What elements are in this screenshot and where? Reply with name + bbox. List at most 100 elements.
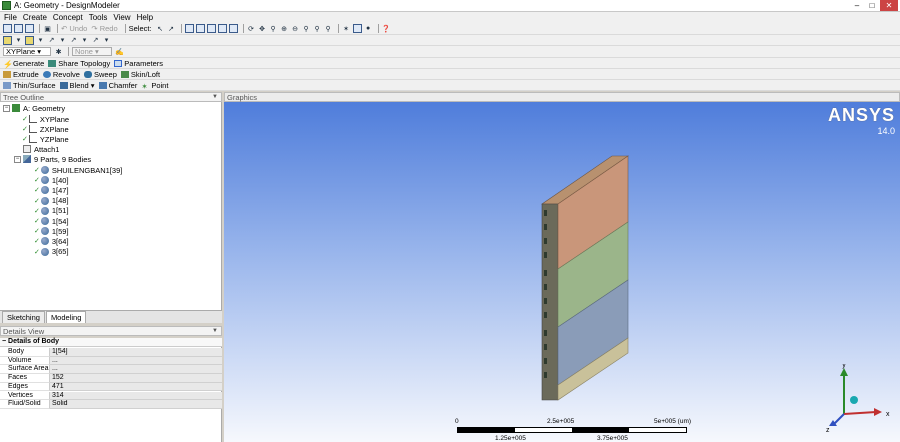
zoom-out-icon[interactable]: ⊖ [291, 24, 300, 33]
point-button[interactable]: ✶ Point [141, 81, 168, 91]
zoom-in-icon[interactable]: ⊕ [280, 24, 289, 33]
details-header: Details View ▼ [0, 326, 222, 336]
menu-tools[interactable]: Tools [89, 13, 108, 22]
share-topology-button[interactable]: Share Topology [48, 59, 110, 68]
collapse-icon[interactable]: − [14, 155, 21, 163]
menu-view[interactable]: View [113, 13, 130, 22]
details-value[interactable]: 314 [50, 391, 222, 401]
export-icon[interactable] [25, 24, 34, 33]
title-bar: A: Geometry - DesignModeler – □ ✕ [0, 0, 900, 12]
dropdown-icon[interactable]: ▾ [14, 36, 23, 45]
tree-item-body[interactable]: ✓ 3[65] [34, 247, 69, 257]
details-value[interactable]: 471 [50, 382, 222, 392]
select-faces-icon[interactable] [206, 24, 216, 33]
tree-item-body[interactable]: ✓ 1[47] [34, 185, 69, 195]
tree-item-body[interactable]: ✓ 3[64] [34, 236, 69, 246]
details-row[interactable]: Edges 471 [0, 382, 222, 392]
details-value[interactable]: 1[54] [50, 348, 222, 357]
details-row[interactable]: Vertices 314 [0, 391, 222, 401]
tree-item-body[interactable]: ✓ SHUILENGBAN1[39] [34, 165, 122, 175]
revolve-button[interactable]: Revolve [42, 70, 80, 79]
tab-modeling[interactable]: Modeling [45, 311, 87, 323]
dropdown-icon-2[interactable]: ▾ [36, 36, 45, 45]
select-filter-icon[interactable]: ↗ [167, 24, 176, 33]
close-button[interactable]: ✕ [880, 0, 898, 11]
tree-root[interactable]: − A: Geometry [3, 103, 65, 113]
new-sketch-icon[interactable]: ✍ [115, 47, 124, 56]
tree-item-body[interactable]: ✓ 1[48] [34, 196, 69, 206]
extrude-button[interactable]: Extrude [3, 70, 39, 79]
tree-item-body[interactable]: ✓ 1[40] [34, 175, 69, 185]
zoom-fit-icon[interactable]: ⚲ [313, 24, 322, 33]
pan-icon[interactable]: ✥ [258, 24, 267, 33]
tree-item-xyplane[interactable]: ✓ XYPlane [22, 114, 69, 124]
pin-icon[interactable]: ▼ [212, 94, 218, 100]
maximize-button[interactable]: □ [865, 0, 879, 11]
select-points-icon[interactable] [184, 24, 194, 33]
redo-button[interactable]: ↷ Redo [91, 24, 117, 33]
details-row[interactable]: Surface Area... [0, 365, 222, 374]
details-row[interactable]: Body 1[54] [0, 348, 222, 357]
tree-item-body[interactable]: ✓ 1[54] [34, 216, 69, 226]
show-edges-icon[interactable] [25, 35, 34, 45]
details-value[interactable]: Solid [50, 400, 222, 409]
extend-selection-icon[interactable] [228, 24, 238, 33]
minimize-button[interactable]: – [850, 0, 864, 11]
menu-concept[interactable]: Concept [53, 13, 83, 22]
rotate-icon[interactable]: ⟳ [247, 24, 256, 33]
sketch-select[interactable]: None ▾ [72, 47, 112, 56]
triad-iso-ball[interactable] [850, 396, 858, 404]
generate-button[interactable]: ⚡ Generate [3, 59, 44, 69]
edge-display-icon[interactable]: ↗ [47, 36, 56, 45]
pin-icon[interactable]: ▼ [212, 328, 218, 334]
tree-item-attach1[interactable]: Attach1 [22, 144, 59, 154]
edge-join-icon[interactable]: ↗ [69, 36, 78, 45]
details-value[interactable]: ... [50, 365, 222, 374]
select-bodies-icon[interactable] [217, 24, 227, 33]
tree-item-yzplane[interactable]: ✓ YZPlane [22, 134, 69, 144]
tree-item-body[interactable]: ✓ 1[59] [34, 226, 69, 236]
undo-button[interactable]: ↶ Undo [61, 24, 87, 33]
menu-help[interactable]: Help [137, 13, 153, 22]
triad-icon[interactable]: ✶ [342, 24, 351, 33]
details-value[interactable]: ... [50, 356, 222, 366]
dropdown-icon-4[interactable]: ▾ [80, 36, 89, 45]
collapse-icon[interactable]: − [3, 104, 10, 112]
thin-surface-button[interactable]: Thin/Surface [3, 81, 56, 90]
zoom-icon[interactable]: ⚲ [269, 24, 278, 33]
help-icon[interactable]: ❓ [382, 24, 391, 33]
menu-file[interactable]: File [4, 13, 17, 22]
details-row[interactable]: Faces 152 [0, 374, 222, 383]
save-icon[interactable] [14, 24, 23, 33]
new-plane-icon[interactable]: ✱ [54, 47, 63, 56]
parameters-button[interactable]: Parameters [114, 59, 163, 68]
magnifier-icon[interactable]: ⚲ [324, 24, 333, 33]
vertex-icon[interactable]: ↗ [91, 36, 100, 45]
screenshot-icon[interactable]: ▣ [43, 24, 52, 33]
graphics-title: Graphics [227, 92, 258, 102]
graphics-viewport[interactable]: ANSYS 14.0 y x z 0 2.5e+005 5e+005 (um) … [224, 102, 900, 442]
tree-item-zxplane[interactable]: ✓ ZXPlane [22, 124, 69, 134]
blend-button[interactable]: Blend ▾ [59, 81, 95, 90]
dropdown-icon-5[interactable]: ▾ [102, 36, 111, 45]
tab-sketching[interactable]: Sketching [2, 311, 45, 323]
new-icon[interactable] [3, 24, 12, 33]
display-mode-icon[interactable] [352, 24, 362, 33]
select-edges-icon[interactable] [195, 24, 205, 33]
details-row[interactable]: Fluid/Solid Solid [0, 400, 222, 409]
details-row[interactable]: Volume... [0, 356, 222, 366]
tree-parts-node[interactable]: − 9 Parts, 9 Bodies [14, 154, 91, 164]
select-mode-icon[interactable]: ↖ [156, 24, 165, 33]
details-value[interactable]: 152 [50, 374, 222, 383]
tree-item-body[interactable]: ✓ 1[51] [34, 206, 69, 216]
chamfer-button[interactable]: Chamfer [98, 81, 137, 90]
menu-create[interactable]: Create [23, 13, 47, 22]
zoom-box-icon[interactable]: ⚲ [302, 24, 311, 33]
sweep-button[interactable]: Sweep [83, 70, 117, 79]
plane-select[interactable]: XYPlane ▾ [3, 47, 51, 56]
dot-icon[interactable]: ● [364, 24, 373, 33]
show-faces-icon[interactable] [3, 35, 12, 45]
dropdown-icon-3[interactable]: ▾ [58, 36, 67, 45]
skin-loft-button[interactable]: Skin/Loft [120, 70, 160, 79]
sketch-select-value: None [75, 47, 93, 56]
